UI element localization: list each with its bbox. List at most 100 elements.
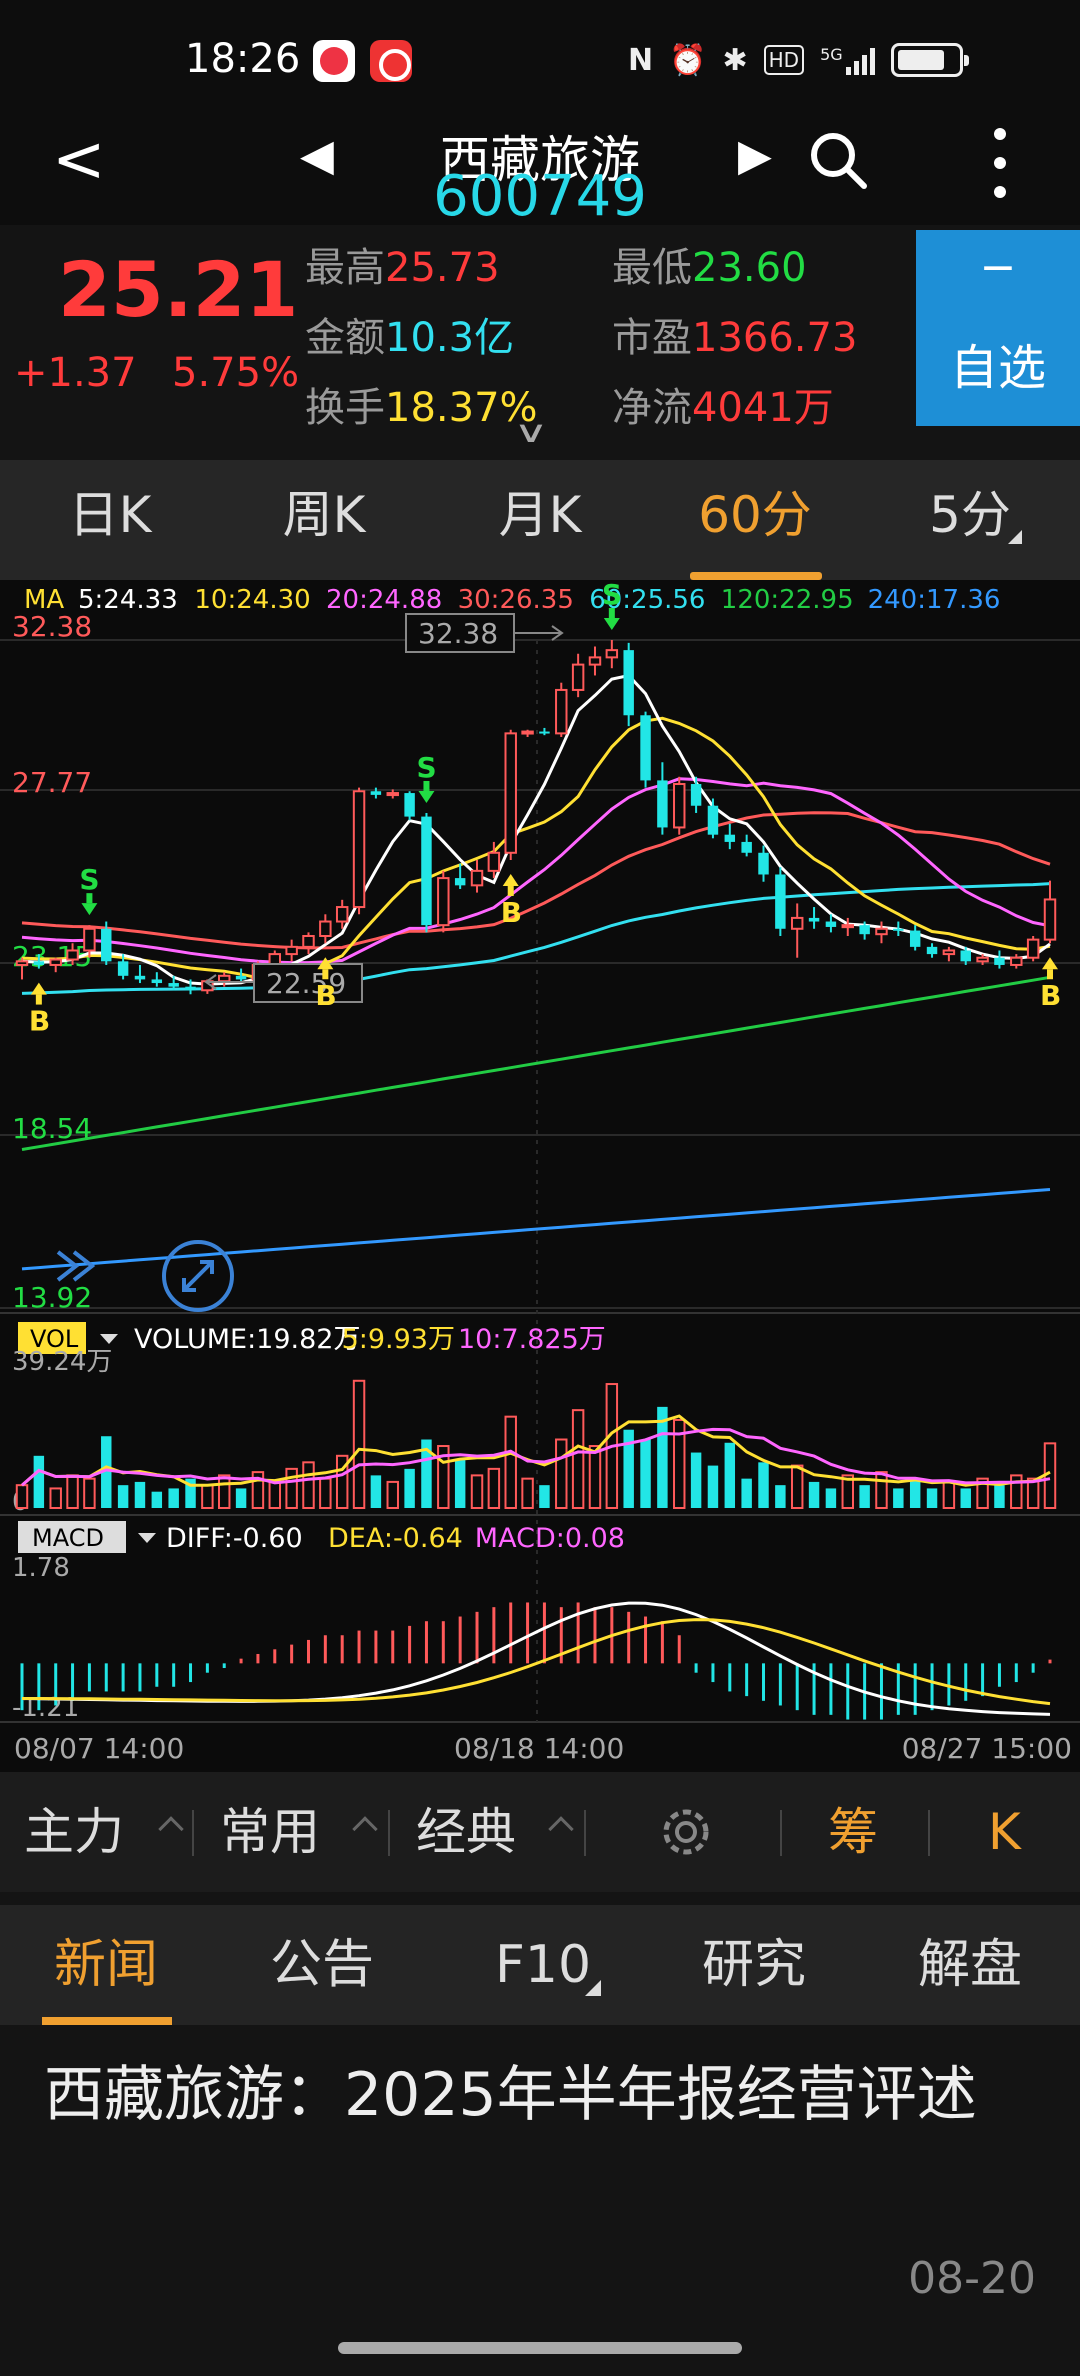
chevron-up-icon[interactable] [548,1816,574,1842]
tab-analysis[interactable]: 解盘 [918,1905,1022,2025]
volume-bar [319,1477,332,1510]
volume-bar [117,1485,129,1508]
candle-body [168,983,179,987]
news-title[interactable]: 西藏旅游：2025年半年报经营评述 [44,2049,1034,2141]
tab-5min[interactable]: 5分 [900,460,1040,580]
volume-bar [151,1491,163,1508]
candle-body [588,656,602,666]
tab-day-k[interactable]: 日K [40,460,180,580]
chevron-up-icon[interactable] [158,1816,184,1842]
candle-body [942,949,956,956]
kline-chart[interactable]: MA 5:24.33 10:24.30 20:24.88 30:26.35 60:25.… [0,580,1080,1772]
candle-body [15,960,29,966]
sell-signal-arrow [81,903,98,916]
candle-body [83,927,96,952]
amount-field: 金额10.3亿 [305,315,515,361]
candle-body [724,834,736,842]
buy-signal-label: B [1040,979,1061,1012]
chevron-up-icon[interactable] [352,1816,378,1842]
candle-body [859,925,870,935]
search-icon[interactable] [808,130,868,190]
volume-bar [926,1488,938,1508]
volume-bar [386,1480,399,1509]
volume-bar [268,1480,282,1509]
volume-bar [302,1461,315,1510]
indicator-toolbar: 主力 常用 经典 筹 K [0,1772,1080,1892]
candle-body [825,921,837,927]
candle-body [101,928,112,962]
tab-research[interactable]: 研究 [702,1905,806,2025]
status-time: 18:26 [185,36,301,82]
macd-legend-value: MACD:0.08 [475,1523,625,1554]
volume-bar [790,1464,804,1510]
previous-stock-icon[interactable]: ◀ [300,130,334,181]
news-item[interactable]: 西藏旅游：2025年半年报经营评述 08-20 [0,2025,1080,2325]
candle-body [185,986,196,991]
candle-body [571,663,585,691]
volume-bar [470,1474,484,1510]
active-tab-indicator [42,2017,172,2025]
y-tick-label: 27.77 [12,766,92,799]
volume-bar [454,1459,466,1508]
chip-distribution-button[interactable]: 筹 [828,1772,878,1892]
net-flow-field: 净流4041万 [612,385,834,431]
volume-bar [404,1468,415,1508]
next-stock-icon[interactable]: ▶ [738,130,772,181]
macd-max-label: 1.78 [12,1553,70,1583]
tab-announcements[interactable]: 公告 [270,1905,374,2025]
classic-button[interactable]: 经典 [416,1772,516,1892]
macd-label: MACD [32,1524,104,1552]
vol-max-label: 39.24万 [12,1347,112,1377]
dropdown-corner-icon [1008,530,1022,544]
period-tabs: 日K 周K 月K 60分 5分 [0,460,1080,580]
volume-bar [370,1475,382,1508]
candle-body [841,924,854,929]
volume-bar [504,1415,517,1509]
volume-bar [960,1488,971,1508]
app-notification-icon [313,40,355,82]
candle-body [421,816,432,926]
expand-chevron-icon[interactable]: ∨ [513,415,548,450]
watchlist-button[interactable]: − 自选 [916,230,1080,426]
candle-body [218,974,231,983]
home-indicator[interactable] [338,2342,742,2354]
candle-body [386,792,399,797]
candle-body [605,649,619,659]
volume-bar [134,1481,146,1508]
volume-bar [893,1488,904,1508]
y-tick-label: 13.92 [12,1281,92,1314]
volume-bar [83,1477,96,1510]
buy-signal-arrow [322,969,329,980]
alarm-icon: ⏰ [669,42,707,78]
active-tab-indicator [690,572,822,580]
candle-body [33,961,45,965]
candle-body [994,957,1005,965]
sell-signal-arrow [86,893,93,904]
high-field: 最高25.73 [305,245,500,291]
buy-signal-arrow [35,994,42,1005]
sell-signal-label: S [416,751,436,784]
main-force-button[interactable]: 主力 [24,1772,124,1892]
kline-mode-button[interactable]: K [988,1772,1021,1892]
tab-f10[interactable]: F10 [495,1905,591,2025]
more-options-icon[interactable] [990,128,1010,198]
buy-signal-label: B [29,1005,50,1038]
dropdown-corner-icon [585,1980,601,1996]
tab-week-k[interactable]: 周K [254,460,394,580]
stock-code: 600749 [433,164,647,229]
tab-news[interactable]: 新闻 [54,1905,158,2025]
fullscreen-toggle-icon[interactable] [162,1240,234,1312]
candle-body [117,961,129,976]
settings-gear-icon[interactable] [656,1802,716,1862]
stock-header: < ◀ 西藏旅游 600749 ▶ [0,120,1080,229]
vol-dropdown-icon[interactable] [100,1334,118,1344]
vol-legend-value: 10:7.825万 [458,1324,606,1355]
tab-month-k[interactable]: 月K [470,460,610,580]
candle-body [1026,938,1040,959]
common-button[interactable]: 常用 [220,1772,320,1892]
macd-dropdown-icon[interactable] [138,1533,156,1543]
tab-60min[interactable]: 60分 [680,460,830,580]
ma10-line [21,716,1051,980]
back-chevron-icon[interactable]: < [52,128,106,192]
bluetooth-icon: ✱ [722,42,748,78]
